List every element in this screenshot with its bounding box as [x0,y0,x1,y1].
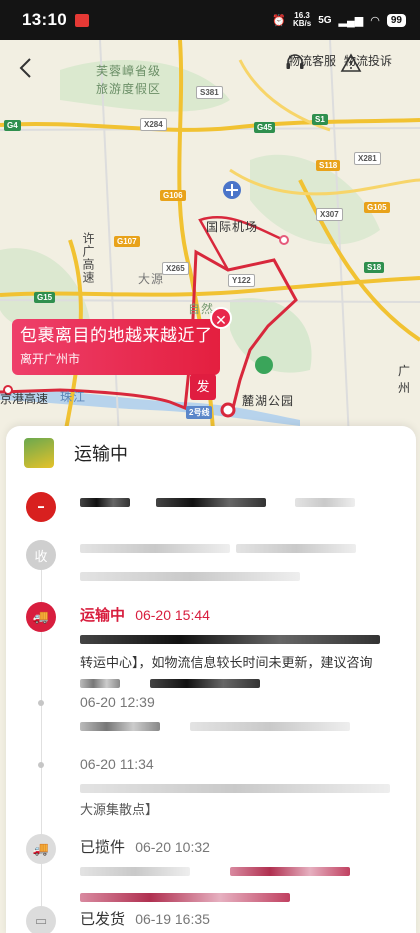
wifi-icon: ◠ [370,14,380,27]
map-label-highway: 许广高速 [81,232,95,284]
status-icons: ⏰ 16.3 KB/s 5G ▂▄▆ ◠ 99 [272,12,406,28]
road-badge: S118 [316,160,341,171]
map-label-river: 珠江 [60,390,87,404]
map-label: 大源 [138,272,165,286]
road-badge: 2号线 [186,406,213,419]
road-badge: G107 [114,236,140,247]
map-label-airport: 国际机场 [206,220,259,234]
road-badge: G15 [34,292,56,303]
road-badge: S381 [196,86,223,99]
event-title: 已发货 06-19 16:35 [80,911,210,928]
back-button[interactable] [12,54,40,82]
customer-service-button[interactable]: 物流客服 [284,52,340,69]
road-badge: Y122 [228,274,255,287]
road-badge: X281 [354,152,381,165]
card-icon: ▭ [26,906,56,933]
map-label: 芙蓉嶂省级 [96,64,162,78]
signal-5g: 5G [318,14,332,26]
bubble-title: 包裹离目的地越来越近了 [20,326,213,345]
signal-bars-icon: ▂▄▆ [338,14,364,27]
logistics-map[interactable]: 芙蓉嶂省级 旅游度假区 国际机场 大源 自然 麓湖公园 广州 珠江 许广高速 G… [0,40,420,460]
live-icon [74,13,89,27]
receive-badge: 收 [26,540,56,570]
tracking-sheet[interactable]: 运输中 ▬ 收 🚚 运输中 06-20 15:44 转运中心】，如物流信息较长时… [6,426,416,933]
courier-row[interactable]: ▬ [26,480,416,530]
package-thumbnail [24,438,54,468]
sheet-header: 运输中 [6,426,416,480]
timeline-item: 06-20 11:34 大源集散点】 [26,746,416,826]
alarm-icon: ⏰ [272,14,286,27]
courier-logo: ▬ [26,492,56,522]
event-title: 运输中 06-20 15:44 [80,607,210,624]
timeline-item-picked-up: 🚚 已揽件 06-20 10:32 [26,826,416,903]
road-badge: X265 [162,262,189,275]
chevron-left-icon [19,58,31,78]
road-badge: X284 [140,118,167,131]
event-title: 已揽件 06-20 10:32 [80,839,210,856]
status-bar: 13:10 ⏰ 16.3 KB/s 5G ▂▄▆ ◠ 99 [0,0,420,40]
timeline-item: 06-20 12:39 [26,684,416,746]
road-badge: X307 [316,208,343,221]
event-text: 转运中心】，如物流信息较长时间未更新，建议咨询 [80,655,373,670]
road-badge: S18 [364,262,385,273]
close-icon[interactable]: ✕ [210,307,232,329]
send-marker: 发 [190,374,216,400]
status-time: 13:10 [22,10,67,29]
complaint-button[interactable]: 物流投诉 [340,52,396,72]
truck-icon: 🚚 [26,834,56,864]
event-text: 大源集散点】 [80,802,159,817]
road-badge: S1 [312,114,328,125]
road-badge: G106 [160,190,186,201]
timeline-dot [38,762,44,768]
timeline-item-in-transit: 🚚 运输中 06-20 15:44 转运中心】，如物流信息较长时间未更新，建议咨… [26,596,416,689]
map-label-city: 广州 [398,364,412,395]
event-time: 06-20 12:39 [80,694,155,710]
timeline-item-shipped: ▭ 已发货 06-19 16:35 [26,898,416,933]
road-badge: G4 [4,120,21,131]
map-label-park: 麓湖公园 [242,394,295,408]
tracking-timeline: ▬ 收 🚚 运输中 06-20 15:44 转运中心】，如物流信息较长时间未更新… [6,480,416,933]
shipment-status: 运输中 [74,444,128,464]
warning-icon [340,53,362,72]
bubble-subtitle: 离开广州市 [20,352,81,366]
headset-icon [286,54,304,69]
progress-bubble: 包裹离目的地越来越近了 离开广州市 ✕ [12,307,232,375]
map-label: 旅游度假区 [96,82,162,96]
truck-icon: 🚚 [26,602,56,632]
event-time: 06-20 11:34 [80,756,154,772]
map-label-highway: 京港高速 [0,392,49,406]
receiver-row[interactable]: 收 [26,530,416,596]
net-speed: 16.3 KB/s [292,11,312,28]
road-badge: G105 [364,202,390,213]
timeline-dot [38,700,44,706]
battery-icon: 99 [386,13,406,27]
road-badge: G45 [254,122,276,133]
